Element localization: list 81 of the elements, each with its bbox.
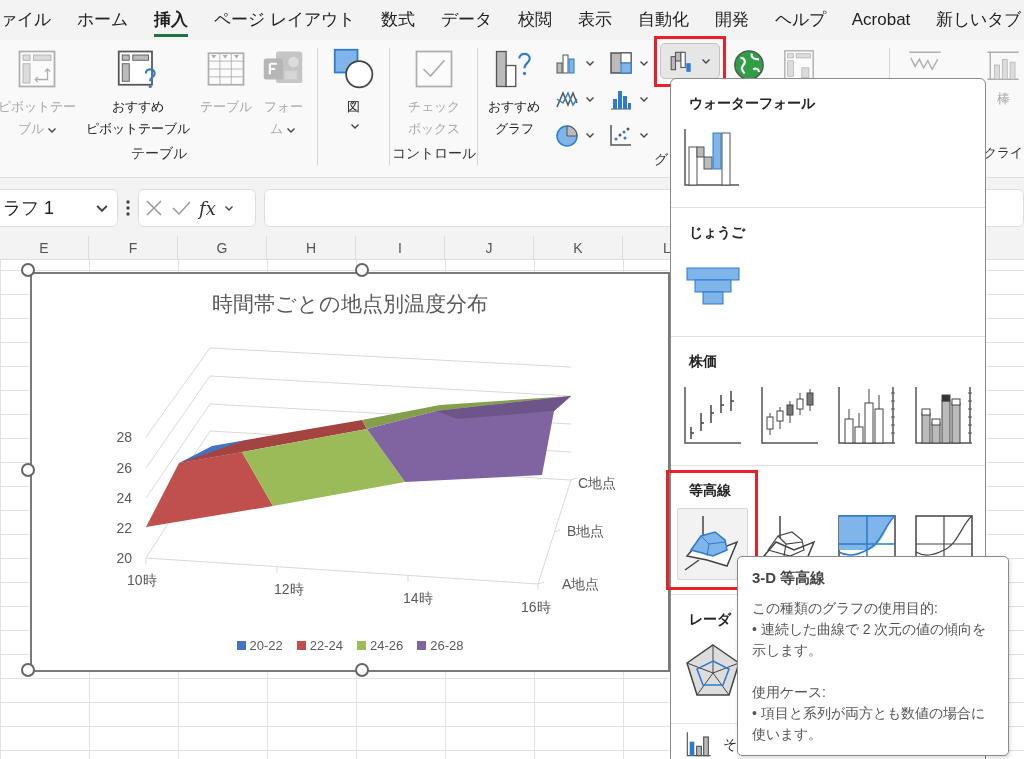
column-header[interactable]: E [0, 236, 89, 259]
legend-label: 22-24 [309, 637, 343, 655]
resize-handle[interactable] [355, 263, 369, 277]
ribbon-tab[interactable]: 新しいタブ [923, 0, 1024, 40]
column-header[interactable]: G [178, 236, 267, 259]
section-heading: レーダ [689, 610, 731, 629]
shapes-button[interactable]: 図 [328, 45, 379, 135]
axis-category-label: 14時 [403, 590, 433, 606]
legend-label: 26-28 [430, 637, 464, 655]
axis-tick-label: 20 [116, 550, 132, 566]
ribbon-tab[interactable]: 校閲 [504, 0, 565, 40]
ribbon-tab[interactable]: ページ レイアウト [201, 0, 368, 40]
column-header[interactable]: H [267, 236, 356, 259]
axis-series-label: C地点 [578, 475, 617, 491]
group-label: クライ [983, 144, 1024, 162]
chart-area[interactable]: 時間帯ごとの地点別温度分布 28 26 24 22 20 10時 12時 14時 16時 C地点 B地点 A地点 20-22 22-24 24-26 26-28 [30, 272, 670, 672]
caret-icon [585, 58, 595, 68]
section-heading: ウォーターフォール [689, 94, 815, 113]
cancel-icon[interactable] [145, 199, 163, 217]
resize-handle[interactable] [21, 463, 35, 477]
more-charts-link[interactable]: そ [723, 733, 737, 755]
ribbon-tab[interactable]: 開発 [701, 0, 762, 40]
legend-label: 24-26 [370, 637, 404, 655]
ribbon-tab[interactable]: ァイル [0, 0, 64, 40]
caret-icon [585, 94, 595, 104]
axis-series-label: B地点 [567, 523, 605, 539]
ribbon-tab[interactable]: ホーム [64, 0, 141, 40]
axis-tick-label: 22 [116, 520, 132, 536]
scatter-chart-icon [609, 123, 633, 147]
tooltip-heading: この種類のグラフの使用目的: [752, 599, 939, 618]
column-header[interactable]: I [356, 236, 445, 259]
pivot-table-question-icon [117, 48, 159, 90]
caret-icon [223, 203, 234, 213]
pivot-table-question-button[interactable]: おすすめピボットテーブル [82, 45, 194, 143]
ribbon-tab[interactable]: 数式 [367, 0, 428, 40]
waterfall-chart-button[interactable] [660, 43, 720, 79]
caret-icon [585, 130, 595, 140]
column-header[interactable]: K [534, 236, 623, 259]
axis-tick-label: 28 [116, 429, 132, 445]
resize-handle[interactable] [355, 663, 369, 677]
group-label: グ [653, 150, 669, 169]
resize-handle[interactable] [21, 663, 35, 677]
function-button[interactable]: fx [199, 194, 216, 222]
axis-tick-label: 26 [116, 460, 132, 476]
bar-chart-question-button[interactable]: おすすめグラフ [484, 45, 544, 143]
ribbon-tab[interactable]: Acrobat [838, 0, 924, 40]
axis-series-label: A地点 [562, 576, 600, 592]
column-header[interactable]: J [445, 236, 534, 259]
group-label: テーブル [129, 144, 188, 163]
pie-chart-icon [555, 123, 579, 147]
tooltip-text: • 項目と系列が両方とも数値の場合に使います。 [752, 704, 986, 744]
more-icon[interactable] [126, 200, 130, 216]
legend-label: 20-22 [249, 637, 283, 655]
caret-icon [639, 58, 649, 68]
axis-category-label: 12時 [274, 581, 304, 597]
ribbon-tab[interactable]: データ [427, 0, 505, 40]
name-box[interactable]: ラフ 1 [0, 189, 118, 227]
chart-title: 時間帯ごとの地点別温度分布 [211, 291, 489, 317]
axis-tick-label: 24 [116, 490, 132, 506]
axis-category-label: 10時 [127, 572, 157, 588]
tooltip-heading: 使用ケース: [752, 683, 827, 702]
caret-icon [701, 56, 711, 66]
pivot-table-icon [16, 48, 58, 90]
axis-category-label: 16時 [521, 599, 551, 615]
shapes-icon [332, 48, 375, 90]
chart-type-option[interactable] [677, 508, 748, 580]
column-header[interactable]: F [89, 236, 178, 259]
group-label: コントロール [390, 144, 477, 163]
section-heading: 等高線 [689, 481, 731, 500]
resize-handle[interactable] [21, 263, 35, 277]
caret-icon [639, 94, 649, 104]
caret-icon [639, 130, 649, 140]
ribbon-tab[interactable]: ヘルプ [761, 0, 839, 40]
ribbon-tab[interactable]: 表示 [564, 0, 625, 40]
treemap-icon [609, 51, 633, 75]
check-icon[interactable] [171, 199, 191, 217]
column-chart-icon [685, 730, 713, 758]
ribbon-tab[interactable]: 自動化 [624, 0, 702, 40]
tooltip-title: 3-D 等高線 [752, 568, 827, 588]
tooltip-text: • 連続した曲線で 2 次元の値の傾向を示します。 [752, 620, 988, 660]
section-heading: 株価 [689, 352, 717, 371]
